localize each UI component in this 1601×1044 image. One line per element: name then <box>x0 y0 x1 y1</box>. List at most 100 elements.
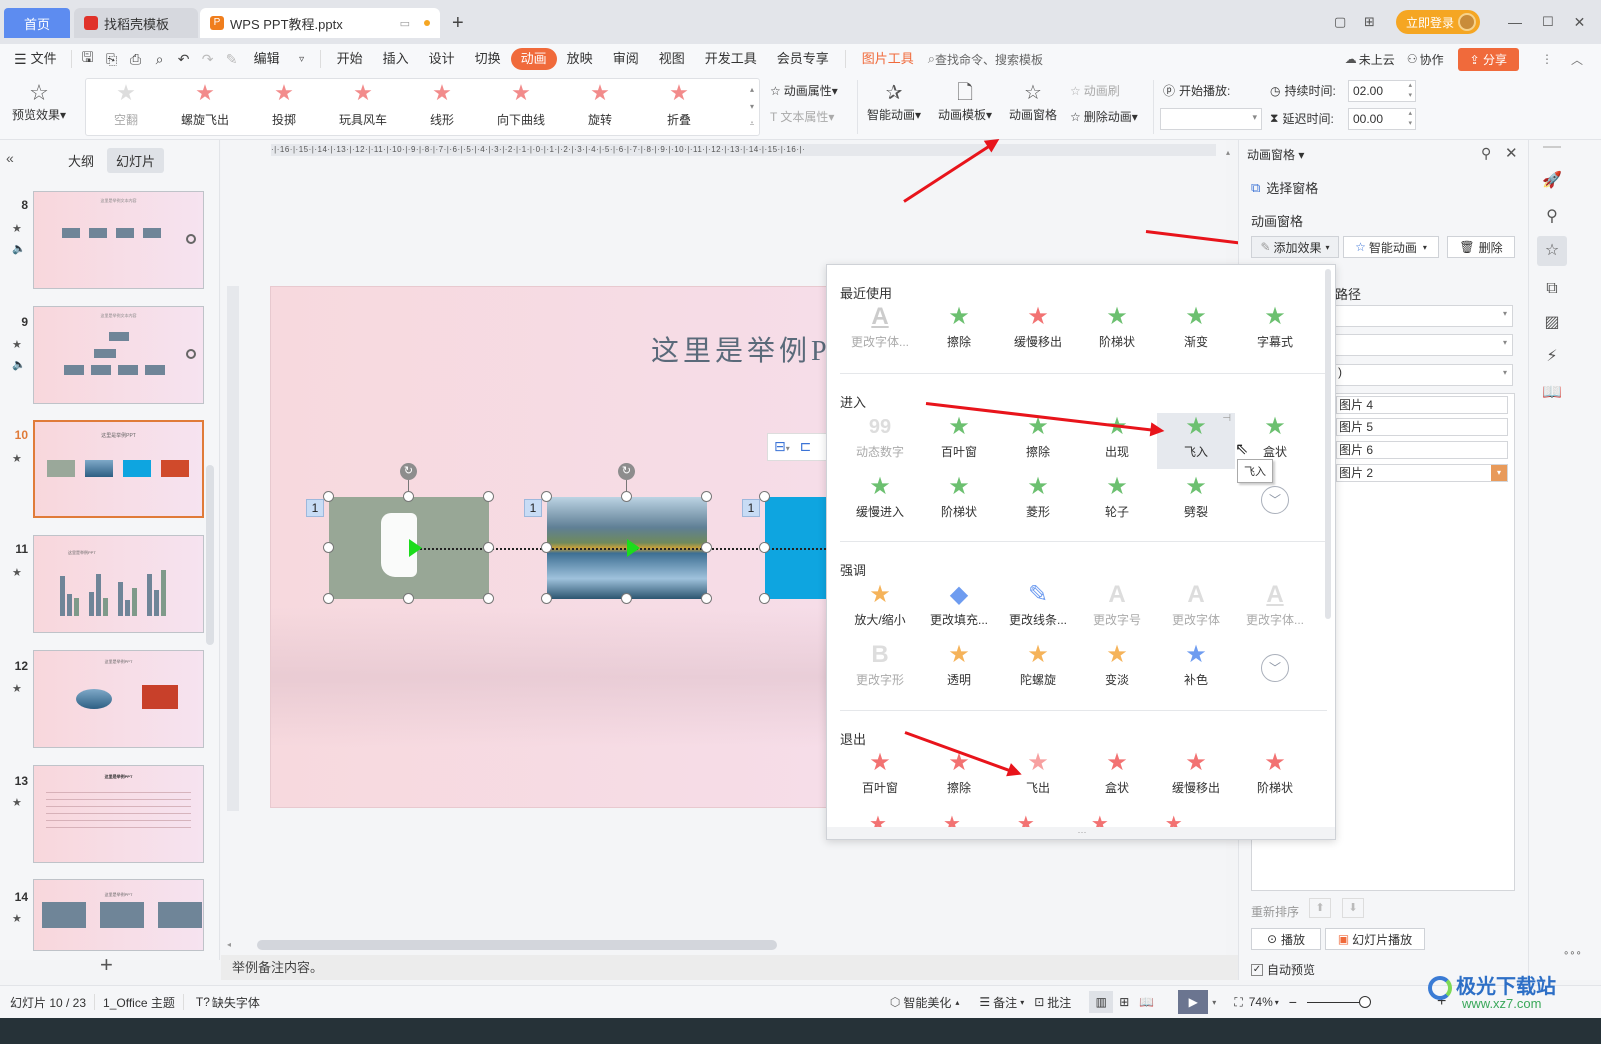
resize-handle[interactable] <box>483 491 494 502</box>
tab-outline[interactable]: 大纲 <box>68 151 94 170</box>
align-icon[interactable]: ⊏ <box>800 438 812 454</box>
pin-screen-icon[interactable]: ▭ <box>400 17 410 30</box>
scroll-up-icon[interactable]: ▴ <box>1226 148 1230 157</box>
animation-order-tag[interactable]: 1 <box>742 499 760 517</box>
menu-transition[interactable]: 切换 <box>465 48 511 70</box>
layout-icon[interactable]: ▢ <box>1334 14 1358 30</box>
zoom-out-button[interactable]: − <box>1289 994 1297 1010</box>
resize-handle[interactable] <box>541 542 552 553</box>
customize-chevron-icon[interactable]: ▿ <box>292 49 312 69</box>
effect-item[interactable]: ★ 轮子 <box>1078 473 1156 529</box>
comments-button[interactable]: 批注 <box>1047 994 1071 1011</box>
item-dropdown-icon[interactable]: ▾ <box>1491 465 1507 481</box>
normal-view-icon[interactable]: ▥ <box>1089 991 1114 1013</box>
animation-pane-button[interactable]: ☆ 动画窗格 <box>1003 80 1063 123</box>
layout-options-icon[interactable]: ⊟ <box>774 438 786 454</box>
resize-handle[interactable] <box>701 593 712 604</box>
menu-picture-tools[interactable]: 图片工具 <box>852 48 924 70</box>
slideshow-button[interactable]: ▣ 幻灯片播放 <box>1325 928 1425 950</box>
tab-slides[interactable]: 幻灯片 <box>107 148 165 173</box>
spinner-arrows-icon[interactable]: ▴ ▾ <box>1408 81 1412 101</box>
resize-handle[interactable] <box>483 593 494 604</box>
slider-settings-icon[interactable]: ⚲ <box>1537 202 1567 232</box>
zoom-level[interactable]: 74% <box>1249 995 1273 1009</box>
transition-icon[interactable]: ⧉ <box>1537 274 1567 304</box>
effect-item[interactable]: ★ 字幕式 <box>1236 303 1314 359</box>
chevron-down-icon[interactable]: ▾ <box>786 444 790 453</box>
start-play-select[interactable]: ▾ <box>1160 108 1262 130</box>
gallery-item[interactable]: ★ 旋转 <box>560 79 640 135</box>
resize-handle[interactable] <box>541 593 552 604</box>
effect-item[interactable]: B 更改字形 <box>841 641 919 697</box>
effect-item[interactable]: ◆ 更改填充... <box>920 581 998 637</box>
gallery-item[interactable]: ★ 螺旋飞出 <box>165 79 245 135</box>
effect-item[interactable]: ★ 缓慢进入 <box>841 473 919 529</box>
resize-grip[interactable]: ··· <box>827 827 1335 839</box>
effect-item[interactable]: ★ 缓慢移出 <box>1157 749 1235 805</box>
slide-title[interactable]: 这里是举例PPT <box>651 329 829 369</box>
effect-item[interactable]: ★ 阶梯状 <box>1236 749 1314 805</box>
expand-emphasis-button[interactable]: ﹀ <box>1261 654 1289 682</box>
book-search-icon[interactable]: 📖 <box>1537 378 1567 408</box>
effect-item[interactable]: ★ 阶梯状 <box>920 473 998 529</box>
gallery-item[interactable]: ★ 投掷 <box>244 79 324 135</box>
speed-select[interactable]: ) ▾ <box>1335 364 1513 386</box>
thumbnail-scrollbar[interactable] <box>206 465 214 645</box>
slide-thumbnail[interactable]: 这里是举例PPT <box>33 650 204 748</box>
scrollbar-thumb[interactable] <box>257 940 777 950</box>
move-up-button[interactable]: ⬆ <box>1309 898 1331 918</box>
menu-animation[interactable]: 动画 <box>510 48 557 70</box>
gallery-item[interactable]: ★ 线形 <box>402 79 482 135</box>
resize-handle[interactable] <box>403 491 414 502</box>
cloud-status[interactable]: 未上云 <box>1359 51 1395 68</box>
resize-handle[interactable] <box>759 593 770 604</box>
notes-button[interactable]: 备注 <box>993 994 1017 1011</box>
resize-handle[interactable] <box>323 593 334 604</box>
animation-list-item[interactable]: 图片 4 <box>1336 396 1508 414</box>
notes-pane[interactable]: 举例备注内容。 <box>221 955 1238 980</box>
hamburger-icon[interactable]: ☰ <box>14 51 27 68</box>
effect-item[interactable]: A 更改字体... <box>841 303 919 359</box>
menu-insert[interactable]: 插入 <box>373 48 419 70</box>
undo-icon[interactable]: ↶ <box>174 49 194 69</box>
resize-handle[interactable] <box>759 542 770 553</box>
preview-effect-button[interactable]: ☆ 预览效果▾ <box>8 80 70 123</box>
login-button[interactable]: 立即登录 <box>1396 10 1481 34</box>
spinner-arrows-icon[interactable]: ▴ ▾ <box>1408 109 1412 129</box>
resize-handle[interactable] <box>621 593 632 604</box>
tab-templates[interactable]: 找稻壳模板 <box>74 8 198 38</box>
add-effect-button[interactable]: ✎ 添加效果 ▾ <box>1251 236 1339 258</box>
apps-grid-icon[interactable]: ⊞ <box>1364 14 1388 30</box>
animation-list-item[interactable]: 图片 5 <box>1336 418 1508 436</box>
reading-view-icon[interactable]: 📖 <box>1139 995 1154 1009</box>
resize-handle[interactable] <box>701 542 712 553</box>
chevron-down-icon[interactable]: ▾ <box>1020 998 1024 1007</box>
add-slide-button[interactable]: + <box>100 952 113 978</box>
effect-item[interactable]: ★ 变淡 <box>1078 641 1156 697</box>
anim-brush-button[interactable]: ☆ 动画刷 <box>1070 82 1120 99</box>
effect-item[interactable]: ★ 盒状 <box>1078 749 1156 805</box>
animation-order-tag[interactable]: 1 <box>306 499 324 517</box>
animation-star-icon[interactable]: ☆ <box>1537 236 1567 266</box>
move-down-button[interactable]: ⬇ <box>1342 898 1364 918</box>
print-preview-icon[interactable]: ⌕ <box>150 49 170 69</box>
text-props-button[interactable]: T 文本属性 ▾ <box>770 108 834 125</box>
effect-item[interactable]: 99 动态数字 <box>841 413 919 469</box>
gallery-item[interactable]: ★ 玩具风车 <box>323 79 403 135</box>
chevron-up-icon[interactable]: ▴ <box>955 998 959 1007</box>
collapse-pane-icon[interactable]: « <box>6 150 14 166</box>
delay-input[interactable]: 00.00 ▴ ▾ <box>1348 108 1416 130</box>
effect-item[interactable]: ★ 缓慢移出 <box>999 303 1077 359</box>
effect-item[interactable]: ★ 菱形 <box>999 473 1077 529</box>
select-pane-button[interactable]: ⧉ 选择窗格 <box>1251 178 1318 197</box>
resize-handle[interactable] <box>323 491 334 502</box>
menu-file[interactable]: 文件 <box>27 48 67 70</box>
expand-entrance-button[interactable]: ﹀ <box>1261 486 1289 514</box>
resize-handle[interactable] <box>541 491 552 502</box>
resize-handle[interactable] <box>483 542 494 553</box>
rocket-icon[interactable]: 🚀 <box>1537 166 1567 196</box>
close-icon[interactable]: ✕ <box>1574 14 1586 31</box>
menu-review[interactable]: 审阅 <box>603 48 649 70</box>
format-painter-icon[interactable]: ✎ <box>222 49 242 69</box>
duration-input[interactable]: 02.00 ▴ ▾ <box>1348 80 1416 102</box>
